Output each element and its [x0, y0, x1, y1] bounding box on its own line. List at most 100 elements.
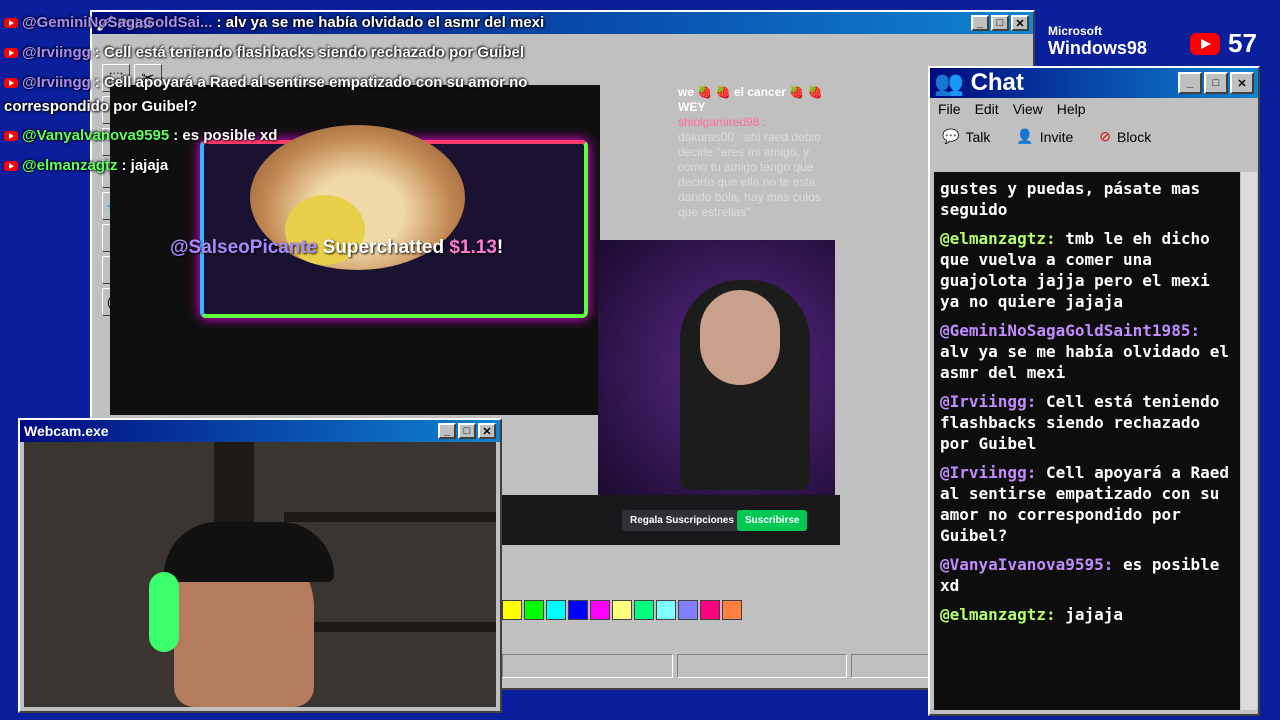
green-headset [149, 572, 179, 652]
youtube-icon [4, 47, 18, 58]
superchat-amount: $1.13 [449, 237, 497, 258]
chat-message: @Irviingg: Cell apoyará a Raed al sentir… [940, 462, 1234, 546]
close-button[interactable]: ✕ [478, 423, 496, 439]
youtube-viewer-count: 57 [1190, 28, 1257, 59]
chat-scrollbar[interactable] [1241, 172, 1257, 710]
chat-text: alv ya se me había olvidado el asmr del … [940, 342, 1229, 382]
color-swatch[interactable] [502, 600, 522, 620]
chat-titlebar[interactable]: 👥 Chat _ □ ✕ [930, 68, 1258, 98]
shelf [284, 512, 496, 522]
block-button[interactable]: ⊘ Block [1099, 128, 1151, 145]
overlay-user: @Vanyalvanova9595 [22, 127, 170, 144]
close-button[interactable]: ✕ [1011, 15, 1029, 31]
talk-label: Talk [965, 128, 991, 145]
gift-subs-button[interactable]: Regala Suscripciones [622, 510, 742, 531]
superchat-end: ! [496, 237, 504, 258]
chat-username: @Irviingg: [940, 392, 1037, 411]
webcam-feed [24, 442, 496, 707]
webcam-title: Webcam.exe [24, 423, 109, 439]
chat-message: gustes y puedas, pásate mas seguido [940, 178, 1234, 220]
chat-text: gustes y puedas, pásate mas seguido [940, 179, 1201, 219]
color-swatch[interactable] [568, 600, 588, 620]
minimize-button[interactable]: _ [1178, 72, 1202, 94]
subscribe-label: Suscribirse [745, 515, 800, 526]
overlay-text: : Cell está teniendo flashbacks siendo r… [94, 44, 525, 61]
minimize-button[interactable]: _ [438, 423, 456, 439]
superchat-alert: @SalseoPicante Superchatted $1.13! [170, 237, 503, 259]
chat-toolbar: 💬 Talk 👤 Invite ⊘ Block [930, 120, 1258, 153]
color-swatch[interactable] [722, 600, 742, 620]
color-swatch[interactable] [546, 600, 566, 620]
overlay-text: : jajaja [121, 157, 169, 174]
overlay-user: @Irviingg [22, 74, 91, 91]
person-cap [164, 522, 334, 582]
overlay-user: @Irviingg [22, 44, 91, 61]
color-palette [502, 600, 742, 620]
close-button[interactable]: ✕ [1230, 72, 1254, 94]
overlay-chat-line: @Vanyalvanova9595: es posible xd [4, 127, 277, 144]
overlay-chat-line: correspondido por Guibel? [4, 98, 197, 115]
invite-icon: 👤 [1016, 128, 1034, 144]
menu-view[interactable]: View [1013, 101, 1043, 117]
talk-button[interactable]: 💬 Talk [942, 128, 990, 145]
subscribe-button[interactable]: Suscribirse [737, 510, 808, 531]
chat-message: @GeminiNoSagaGoldSaint1985: alv ya se me… [940, 320, 1234, 383]
color-swatch[interactable] [678, 600, 698, 620]
overlay-chat-line: @Irviingg: Cell apoyará a Raed al sentir… [4, 74, 527, 91]
color-swatch[interactable] [524, 600, 544, 620]
minimize-button[interactable]: _ [971, 15, 989, 31]
invite-label: Invite [1039, 128, 1074, 145]
chat-username: @Irviingg: [940, 463, 1037, 482]
overlay-chat-line: @elmanzagtz: jajaja [4, 157, 168, 174]
chat-window: 👥 Chat _ □ ✕ File Edit View Help 💬 Talk 👤… [928, 66, 1260, 716]
overlay-text: : es posible xd [173, 127, 278, 144]
chat-message-pane: gustes y puedas, pásate mas seguido @elma… [934, 172, 1240, 710]
stream-mini-chat: we 🍓 🍓 el cancer 🍓 🍓 WEY shioigamired98 … [678, 85, 838, 220]
chat-message: @elmanzagtz: tmb le eh dicho que vuelva … [940, 228, 1234, 312]
overlay-user: @elmanzagtz [22, 157, 118, 174]
superchat-action: Superchatted [317, 237, 450, 258]
chat-people-icon: 👥 [934, 69, 971, 97]
shelf [284, 622, 496, 632]
windows98-text: Windows98 [1048, 38, 1147, 58]
block-icon: ⊘ [1099, 128, 1111, 144]
overlay-text: : Cell apoyará a Raed al sentirse empati… [94, 74, 528, 91]
chat-title: Chat [970, 69, 1024, 96]
maximize-button[interactable]: □ [458, 423, 476, 439]
chat-username: @elmanzagtz: [940, 605, 1056, 624]
menu-edit[interactable]: Edit [975, 101, 999, 117]
maximize-button[interactable]: □ [1204, 72, 1228, 94]
youtube-icon [4, 160, 18, 171]
superchat-user: @SalseoPicante [170, 237, 318, 258]
chat-text: jajaja [1055, 605, 1124, 624]
windows98-logo: Microsoft Windows98 [1048, 24, 1147, 59]
maximize-button[interactable]: □ [991, 15, 1009, 31]
chat-message: @VanyaIvanova9595: es posible xd [940, 554, 1234, 596]
gift-subs-label: Regala Suscripciones [630, 515, 734, 526]
microsoft-text: Microsoft [1048, 24, 1102, 38]
color-swatch[interactable] [612, 600, 632, 620]
mini-chat-line: dakuras00 : ahí raed debio decirle "eres… [678, 130, 821, 219]
viewer-count: 57 [1228, 28, 1257, 58]
chat-message: @elmanzagtz: jajaja [940, 604, 1234, 625]
block-label: Block [1116, 128, 1152, 145]
overlay-user: @GeminiNoSagaGoldSai... [22, 14, 213, 31]
menu-help[interactable]: Help [1057, 101, 1086, 117]
overlay-chat-line: @Irviingg: Cell está teniendo flashbacks… [4, 44, 524, 61]
youtube-icon [1190, 32, 1220, 55]
youtube-icon [4, 17, 18, 28]
invite-button[interactable]: 👤 Invite [1016, 128, 1073, 145]
mini-chat-line: we 🍓 🍓 el cancer 🍓 🍓 WEY [678, 85, 823, 114]
webcam-titlebar[interactable]: Webcam.exe _ □ ✕ [20, 420, 500, 442]
menu-file[interactable]: File [938, 101, 961, 117]
overlay-chat-line: @GeminiNoSagaGoldSai...: alv ya se me ha… [4, 14, 544, 31]
color-swatch[interactable] [656, 600, 676, 620]
youtube-icon [4, 130, 18, 141]
chat-username: @elmanzagtz: [940, 229, 1056, 248]
color-swatch[interactable] [590, 600, 610, 620]
overlay-text: correspondido por Guibel? [4, 98, 198, 115]
color-swatch[interactable] [700, 600, 720, 620]
webcam-window: Webcam.exe _ □ ✕ [18, 418, 502, 713]
streamer-face [700, 290, 780, 385]
color-swatch[interactable] [634, 600, 654, 620]
